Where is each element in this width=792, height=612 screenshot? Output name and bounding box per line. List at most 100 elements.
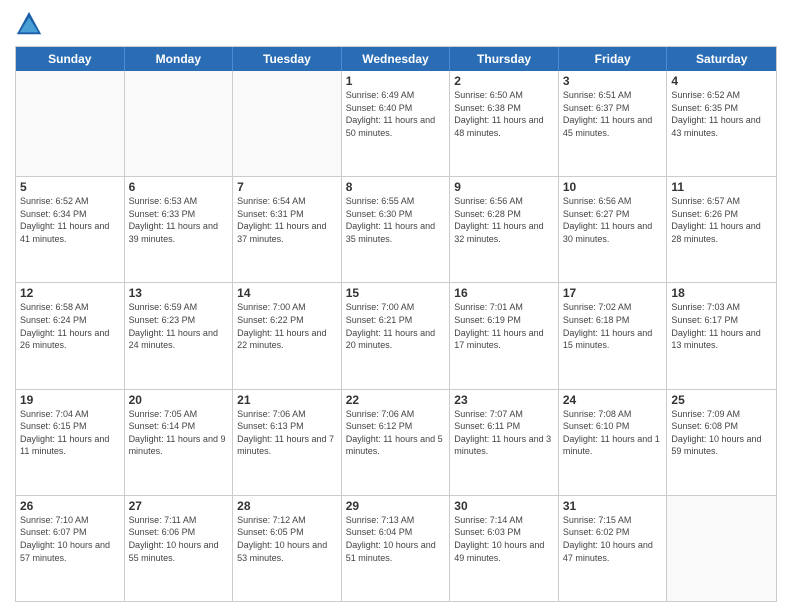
cell-day-number: 27	[129, 499, 229, 513]
calendar-row-4: 19Sunrise: 7:04 AMSunset: 6:15 PMDayligh…	[16, 389, 776, 495]
day-header-wednesday: Wednesday	[342, 47, 451, 71]
day-cell-15: 15Sunrise: 7:00 AMSunset: 6:21 PMDayligh…	[342, 283, 451, 388]
day-cell-16: 16Sunrise: 7:01 AMSunset: 6:19 PMDayligh…	[450, 283, 559, 388]
day-cell-13: 13Sunrise: 6:59 AMSunset: 6:23 PMDayligh…	[125, 283, 234, 388]
day-cell-2: 2Sunrise: 6:50 AMSunset: 6:38 PMDaylight…	[450, 71, 559, 176]
empty-cell	[125, 71, 234, 176]
day-cell-29: 29Sunrise: 7:13 AMSunset: 6:04 PMDayligh…	[342, 496, 451, 601]
cell-info: Sunrise: 6:56 AMSunset: 6:28 PMDaylight:…	[454, 195, 554, 245]
cell-day-number: 22	[346, 393, 446, 407]
cell-info: Sunrise: 7:05 AMSunset: 6:14 PMDaylight:…	[129, 408, 229, 458]
cell-info: Sunrise: 6:49 AMSunset: 6:40 PMDaylight:…	[346, 89, 446, 139]
empty-cell	[667, 496, 776, 601]
day-cell-9: 9Sunrise: 6:56 AMSunset: 6:28 PMDaylight…	[450, 177, 559, 282]
cell-info: Sunrise: 7:14 AMSunset: 6:03 PMDaylight:…	[454, 514, 554, 564]
cell-day-number: 17	[563, 286, 663, 300]
day-cell-11: 11Sunrise: 6:57 AMSunset: 6:26 PMDayligh…	[667, 177, 776, 282]
cell-info: Sunrise: 6:54 AMSunset: 6:31 PMDaylight:…	[237, 195, 337, 245]
cell-day-number: 12	[20, 286, 120, 300]
cell-info: Sunrise: 6:55 AMSunset: 6:30 PMDaylight:…	[346, 195, 446, 245]
day-cell-18: 18Sunrise: 7:03 AMSunset: 6:17 PMDayligh…	[667, 283, 776, 388]
calendar: SundayMondayTuesdayWednesdayThursdayFrid…	[15, 46, 777, 602]
logo	[15, 10, 47, 38]
day-cell-17: 17Sunrise: 7:02 AMSunset: 6:18 PMDayligh…	[559, 283, 668, 388]
cell-day-number: 2	[454, 74, 554, 88]
cell-day-number: 10	[563, 180, 663, 194]
cell-day-number: 4	[671, 74, 772, 88]
cell-info: Sunrise: 7:08 AMSunset: 6:10 PMDaylight:…	[563, 408, 663, 458]
cell-day-number: 29	[346, 499, 446, 513]
cell-info: Sunrise: 6:50 AMSunset: 6:38 PMDaylight:…	[454, 89, 554, 139]
day-cell-3: 3Sunrise: 6:51 AMSunset: 6:37 PMDaylight…	[559, 71, 668, 176]
cell-info: Sunrise: 6:59 AMSunset: 6:23 PMDaylight:…	[129, 301, 229, 351]
cell-info: Sunrise: 6:53 AMSunset: 6:33 PMDaylight:…	[129, 195, 229, 245]
cell-day-number: 26	[20, 499, 120, 513]
day-cell-25: 25Sunrise: 7:09 AMSunset: 6:08 PMDayligh…	[667, 390, 776, 495]
day-cell-1: 1Sunrise: 6:49 AMSunset: 6:40 PMDaylight…	[342, 71, 451, 176]
cell-info: Sunrise: 7:06 AMSunset: 6:12 PMDaylight:…	[346, 408, 446, 458]
cell-day-number: 8	[346, 180, 446, 194]
day-cell-22: 22Sunrise: 7:06 AMSunset: 6:12 PMDayligh…	[342, 390, 451, 495]
cell-info: Sunrise: 7:03 AMSunset: 6:17 PMDaylight:…	[671, 301, 772, 351]
day-cell-20: 20Sunrise: 7:05 AMSunset: 6:14 PMDayligh…	[125, 390, 234, 495]
cell-info: Sunrise: 7:15 AMSunset: 6:02 PMDaylight:…	[563, 514, 663, 564]
logo-icon	[15, 10, 43, 38]
day-cell-4: 4Sunrise: 6:52 AMSunset: 6:35 PMDaylight…	[667, 71, 776, 176]
cell-info: Sunrise: 6:56 AMSunset: 6:27 PMDaylight:…	[563, 195, 663, 245]
cell-day-number: 25	[671, 393, 772, 407]
day-cell-6: 6Sunrise: 6:53 AMSunset: 6:33 PMDaylight…	[125, 177, 234, 282]
cell-info: Sunrise: 7:11 AMSunset: 6:06 PMDaylight:…	[129, 514, 229, 564]
cell-info: Sunrise: 7:13 AMSunset: 6:04 PMDaylight:…	[346, 514, 446, 564]
cell-day-number: 14	[237, 286, 337, 300]
day-header-sunday: Sunday	[16, 47, 125, 71]
calendar-row-5: 26Sunrise: 7:10 AMSunset: 6:07 PMDayligh…	[16, 495, 776, 601]
day-headers: SundayMondayTuesdayWednesdayThursdayFrid…	[16, 47, 776, 71]
cell-day-number: 1	[346, 74, 446, 88]
cell-day-number: 19	[20, 393, 120, 407]
cell-day-number: 6	[129, 180, 229, 194]
cell-info: Sunrise: 7:00 AMSunset: 6:21 PMDaylight:…	[346, 301, 446, 351]
day-cell-28: 28Sunrise: 7:12 AMSunset: 6:05 PMDayligh…	[233, 496, 342, 601]
empty-cell	[16, 71, 125, 176]
cell-day-number: 24	[563, 393, 663, 407]
cell-info: Sunrise: 7:10 AMSunset: 6:07 PMDaylight:…	[20, 514, 120, 564]
cell-day-number: 28	[237, 499, 337, 513]
day-cell-23: 23Sunrise: 7:07 AMSunset: 6:11 PMDayligh…	[450, 390, 559, 495]
cell-info: Sunrise: 7:00 AMSunset: 6:22 PMDaylight:…	[237, 301, 337, 351]
day-cell-7: 7Sunrise: 6:54 AMSunset: 6:31 PMDaylight…	[233, 177, 342, 282]
day-header-monday: Monday	[125, 47, 234, 71]
cell-day-number: 18	[671, 286, 772, 300]
calendar-row-1: 1Sunrise: 6:49 AMSunset: 6:40 PMDaylight…	[16, 71, 776, 176]
day-header-friday: Friday	[559, 47, 668, 71]
day-cell-27: 27Sunrise: 7:11 AMSunset: 6:06 PMDayligh…	[125, 496, 234, 601]
cell-day-number: 3	[563, 74, 663, 88]
day-cell-30: 30Sunrise: 7:14 AMSunset: 6:03 PMDayligh…	[450, 496, 559, 601]
cell-day-number: 5	[20, 180, 120, 194]
day-cell-10: 10Sunrise: 6:56 AMSunset: 6:27 PMDayligh…	[559, 177, 668, 282]
cell-info: Sunrise: 6:52 AMSunset: 6:34 PMDaylight:…	[20, 195, 120, 245]
day-cell-8: 8Sunrise: 6:55 AMSunset: 6:30 PMDaylight…	[342, 177, 451, 282]
day-cell-24: 24Sunrise: 7:08 AMSunset: 6:10 PMDayligh…	[559, 390, 668, 495]
day-cell-5: 5Sunrise: 6:52 AMSunset: 6:34 PMDaylight…	[16, 177, 125, 282]
calendar-row-3: 12Sunrise: 6:58 AMSunset: 6:24 PMDayligh…	[16, 282, 776, 388]
day-header-thursday: Thursday	[450, 47, 559, 71]
day-cell-14: 14Sunrise: 7:00 AMSunset: 6:22 PMDayligh…	[233, 283, 342, 388]
empty-cell	[233, 71, 342, 176]
cell-info: Sunrise: 7:04 AMSunset: 6:15 PMDaylight:…	[20, 408, 120, 458]
cell-info: Sunrise: 7:01 AMSunset: 6:19 PMDaylight:…	[454, 301, 554, 351]
cell-day-number: 13	[129, 286, 229, 300]
header	[15, 10, 777, 38]
cell-day-number: 20	[129, 393, 229, 407]
page: SundayMondayTuesdayWednesdayThursdayFrid…	[0, 0, 792, 612]
cell-day-number: 30	[454, 499, 554, 513]
cell-info: Sunrise: 7:09 AMSunset: 6:08 PMDaylight:…	[671, 408, 772, 458]
cell-info: Sunrise: 7:02 AMSunset: 6:18 PMDaylight:…	[563, 301, 663, 351]
day-cell-21: 21Sunrise: 7:06 AMSunset: 6:13 PMDayligh…	[233, 390, 342, 495]
calendar-grid: 1Sunrise: 6:49 AMSunset: 6:40 PMDaylight…	[16, 71, 776, 601]
cell-day-number: 11	[671, 180, 772, 194]
cell-info: Sunrise: 6:51 AMSunset: 6:37 PMDaylight:…	[563, 89, 663, 139]
cell-info: Sunrise: 6:58 AMSunset: 6:24 PMDaylight:…	[20, 301, 120, 351]
cell-day-number: 16	[454, 286, 554, 300]
cell-info: Sunrise: 6:52 AMSunset: 6:35 PMDaylight:…	[671, 89, 772, 139]
day-cell-12: 12Sunrise: 6:58 AMSunset: 6:24 PMDayligh…	[16, 283, 125, 388]
